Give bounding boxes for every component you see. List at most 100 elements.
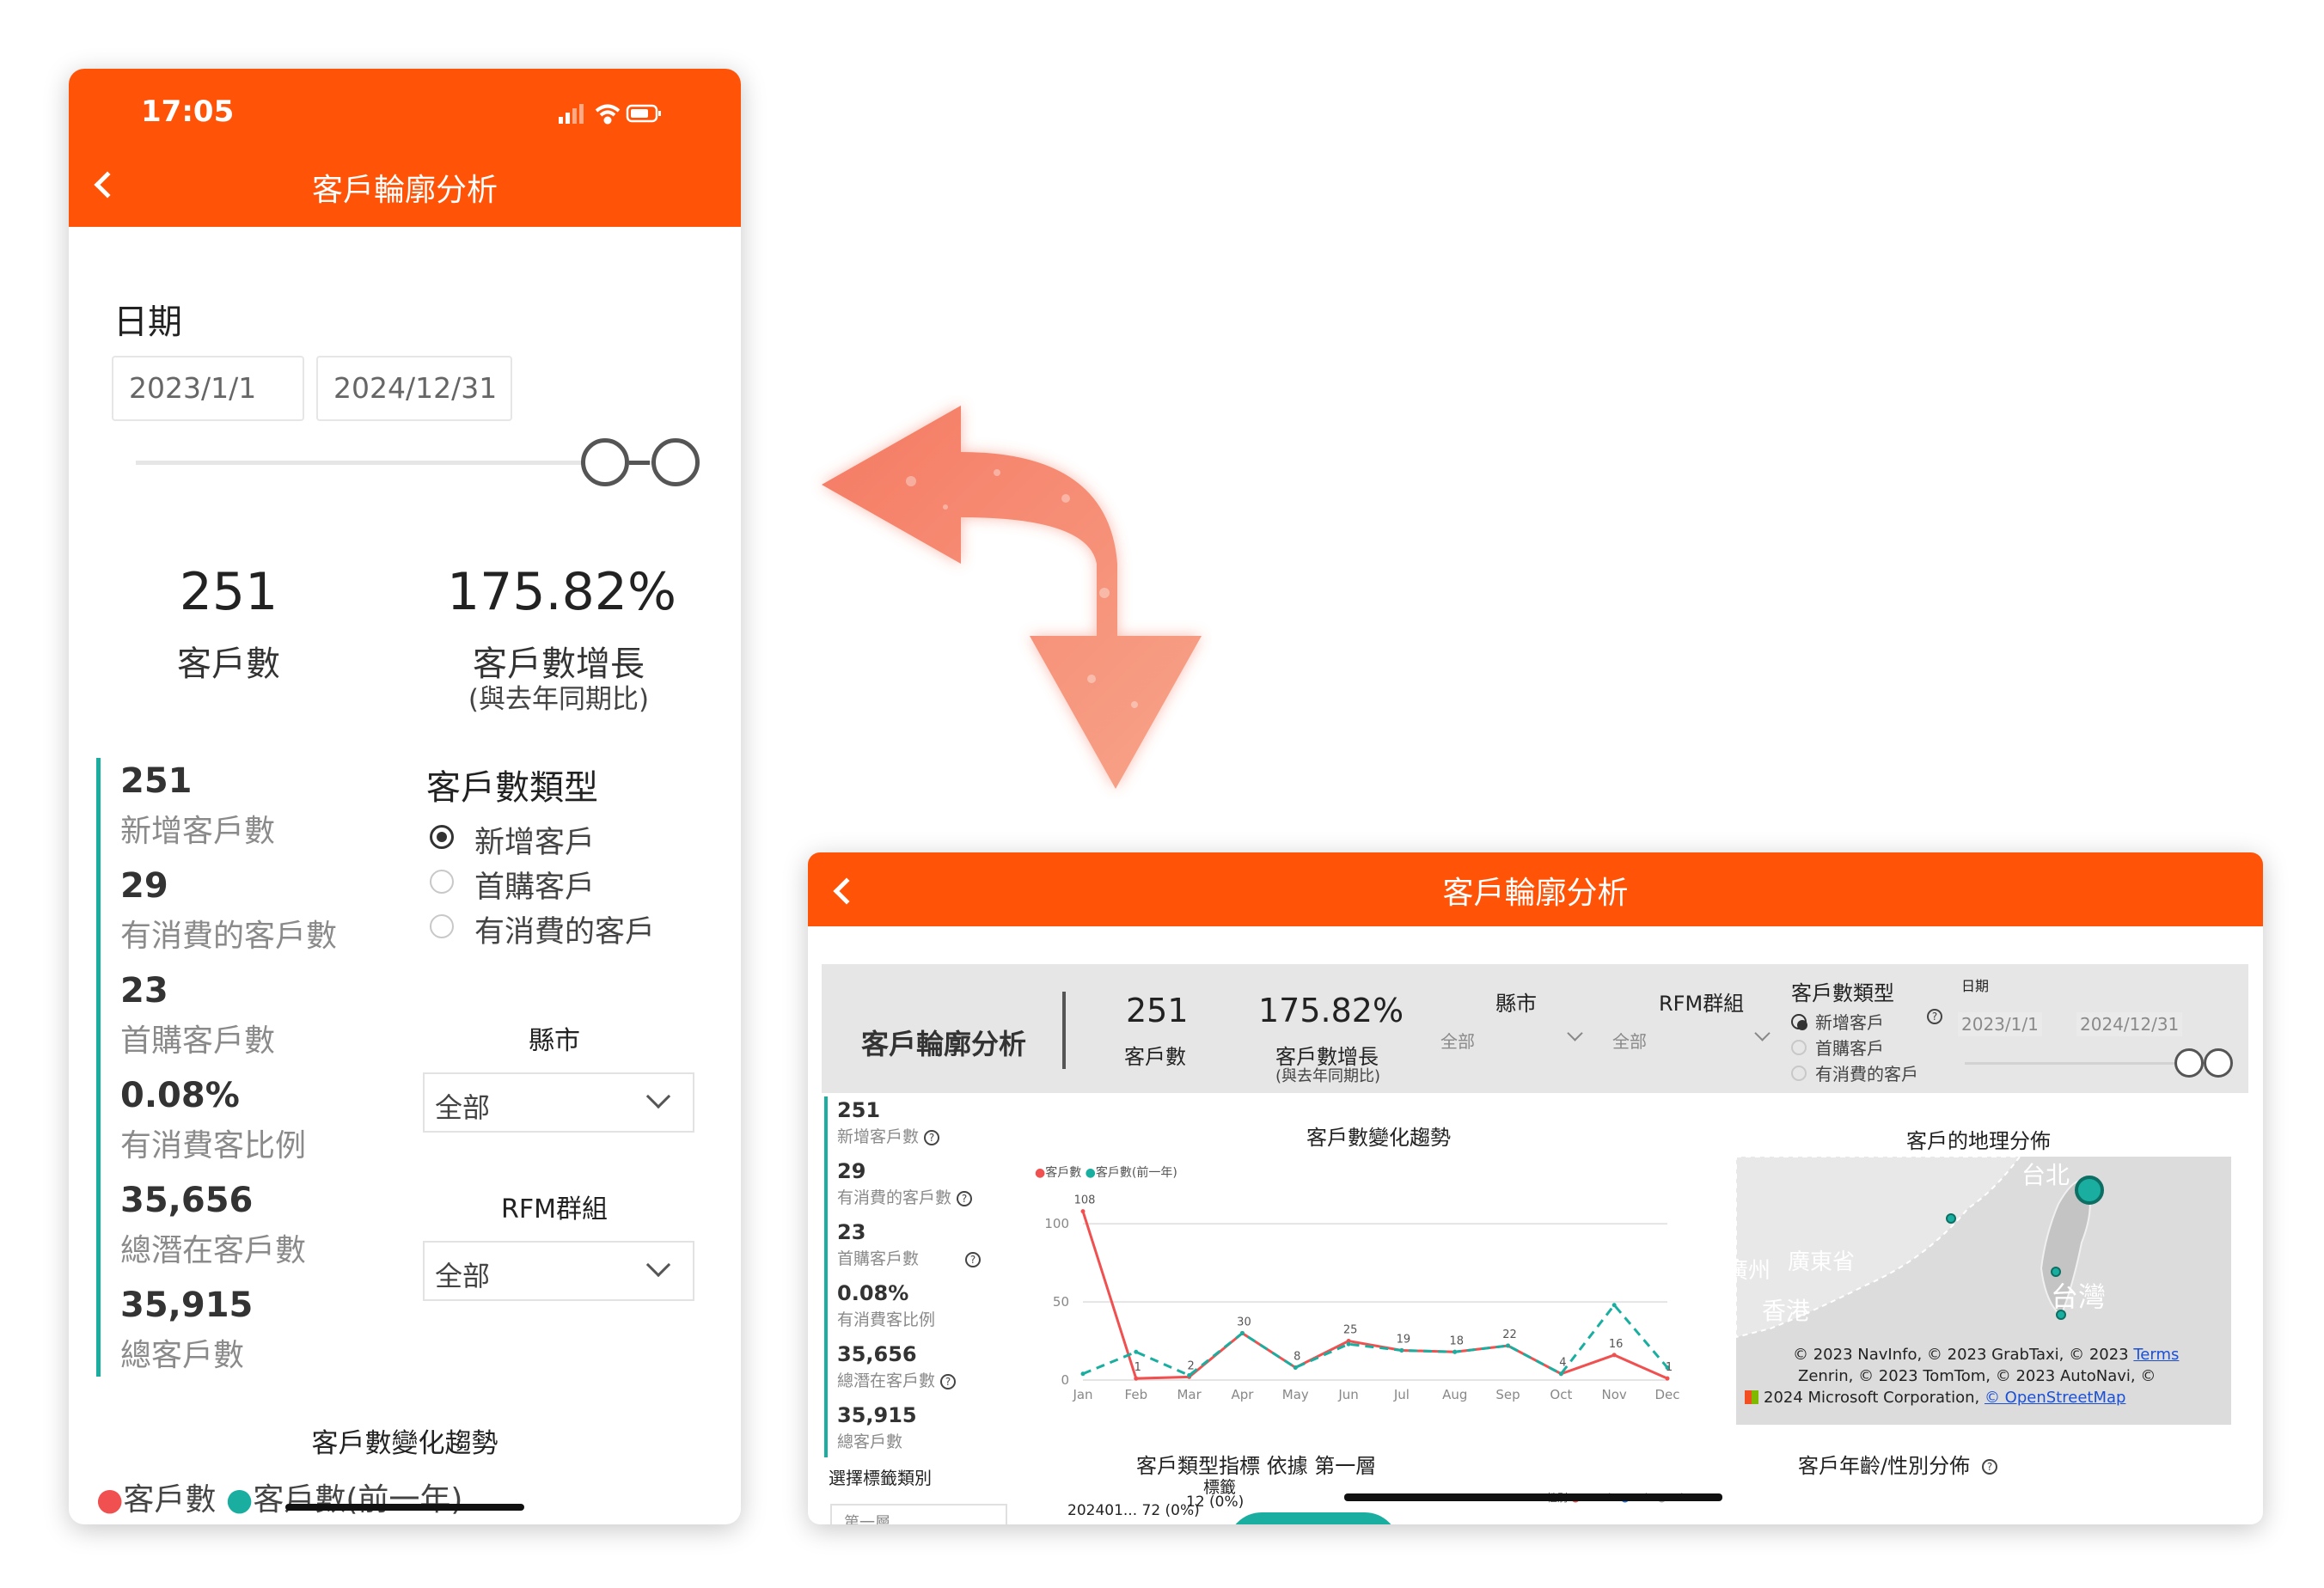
date-start-input[interactable]: 2023/1/1 xyxy=(1958,1012,2042,1036)
metric-label: 總客戶數 xyxy=(837,1432,903,1451)
radio-label: 新增客戶 xyxy=(474,826,596,860)
map-label: 香港 xyxy=(1762,1297,1811,1325)
tag-select-value: 第一層 xyxy=(844,1514,890,1524)
help-icon[interactable]: ? xyxy=(940,1373,957,1390)
data-point xyxy=(1558,1371,1563,1377)
mobile-header: 17:05 客戶輪廓分析 xyxy=(69,69,741,227)
legend-item: 客戶數(前一年) xyxy=(1095,1166,1177,1180)
radio-first-purchase[interactable] xyxy=(430,870,454,894)
radio-label: 有消費的客戶 xyxy=(1815,1064,1918,1084)
radio-new-customer[interactable] xyxy=(1791,1014,1807,1030)
city-select-value: 全部 xyxy=(1440,1031,1475,1052)
data-label: 1 xyxy=(1666,1361,1673,1374)
page-title: 客戶輪廓分析 xyxy=(1442,876,1629,911)
type-indicator-donut[interactable] xyxy=(1227,1512,1399,1524)
divider xyxy=(1062,992,1066,1069)
map-label: 廣州 xyxy=(1736,1258,1771,1284)
metric-label: 總潛在客戶數 xyxy=(120,1233,307,1268)
map-attribution: © 2023 NavInfo, © 2023 GrabTaxi, © 2023 … xyxy=(1793,1346,2180,1364)
date-label: 日期 xyxy=(113,302,182,342)
date-end-input[interactable]: 2024/12/31 xyxy=(2076,1012,2183,1036)
x-tick-label: Jun xyxy=(1337,1387,1358,1402)
trend-line-chart: 0 50 100 Jan Feb Mar Apr May Jun Jul Aug Sep Oct Nov D… xyxy=(1044,1194,1679,1402)
data-point xyxy=(1134,1376,1139,1381)
trend-title: 客戶數變化趨勢 xyxy=(311,1428,498,1459)
home-indicator xyxy=(285,1504,524,1511)
help-icon[interactable]: ? xyxy=(1927,1009,1942,1024)
legend-item: 客戶數 xyxy=(123,1482,217,1518)
y-tick-label: 50 xyxy=(1053,1294,1069,1310)
map-label: 台北 xyxy=(2021,1161,2070,1189)
x-tick-label: Nov xyxy=(1602,1387,1627,1402)
metric-value: 0.08% xyxy=(120,1076,240,1115)
help-icon[interactable]: ? xyxy=(924,1129,940,1145)
metric-label: 有消費客比例 xyxy=(837,1310,936,1329)
signal-icon xyxy=(559,104,584,124)
data-point xyxy=(1612,1353,1617,1358)
date-slider-start-handle[interactable] xyxy=(581,438,629,486)
rfm-select[interactable]: 全部 xyxy=(1612,1023,1776,1055)
data-point xyxy=(1399,1347,1404,1353)
desktop-app-window: 客戶輪廓分析 客戶輪廓分析 251 客戶數 175.82% 客戶數增長 (與去年… xyxy=(808,852,2263,1524)
rfm-select[interactable]: 全部 xyxy=(423,1241,694,1301)
metric-value: 35,915 xyxy=(837,1403,917,1427)
metric-label: 首購客戶數? xyxy=(837,1246,982,1269)
date-slider-end-handle[interactable] xyxy=(651,438,700,486)
metrics-accent-bar xyxy=(96,758,101,1377)
openstreetmap-link[interactable]: © OpenStreetMap xyxy=(1985,1389,2125,1407)
radio-spending-customer[interactable] xyxy=(1791,1066,1807,1081)
metric-label: 有消費的客戶數 xyxy=(120,919,338,954)
data-point xyxy=(1293,1365,1298,1370)
report-title: 客戶輪廓分析 xyxy=(861,1028,1027,1060)
x-tick-label: Jul xyxy=(1393,1387,1410,1402)
age-gender-title: 客戶年齡/性別分佈? xyxy=(1798,1449,1998,1479)
city-select[interactable]: 全部 xyxy=(423,1072,694,1133)
home-indicator xyxy=(1344,1493,1722,1501)
date-label: 日期 xyxy=(1961,978,1990,994)
date-end-input[interactable]: 2024/12/31 xyxy=(316,356,512,421)
y-tick-label: 100 xyxy=(1044,1216,1069,1231)
kpi-growth-value: 175.82% xyxy=(1258,992,1404,1029)
city-label: 縣市 xyxy=(529,1026,580,1056)
metric-label: 總潛在客戶數? xyxy=(837,1368,957,1391)
status-icons xyxy=(559,104,661,125)
map-label: 廣東省 xyxy=(1788,1249,1856,1275)
help-icon[interactable]: ? xyxy=(1982,1459,1998,1475)
geo-map[interactable]: 台北 廣州 廣東省 香港 台灣 © 2023 NavInfo, © 2023 G… xyxy=(1736,1157,2231,1425)
data-point xyxy=(1665,1376,1670,1381)
legend-dot-previous: ● xyxy=(225,1482,254,1518)
status-time: 17:05 xyxy=(141,95,235,129)
metric-label: 新增客戶數 xyxy=(120,814,276,849)
radio-new-customer[interactable] xyxy=(430,825,454,849)
map-terms-link[interactable]: Terms xyxy=(2133,1346,2179,1364)
kpi-customers-label: 客戶數 xyxy=(177,644,280,684)
radio-spending-customer[interactable] xyxy=(430,914,454,938)
legend-dot-current: ● xyxy=(1035,1166,1046,1180)
kpi-customers-label: 客戶數 xyxy=(1124,1045,1186,1069)
map-bubble[interactable] xyxy=(2075,1176,2104,1205)
tag-select[interactable]: 第一層 xyxy=(830,1504,1007,1524)
date-slider-range xyxy=(629,461,650,465)
help-icon[interactable]: ? xyxy=(965,1251,982,1267)
trend-title: 客戶數變化趨勢 xyxy=(1306,1126,1451,1150)
data-point xyxy=(1080,1371,1086,1377)
metric-value: 251 xyxy=(120,761,193,801)
data-label: 19 xyxy=(1397,1333,1411,1346)
rfm-label: RFM群組 xyxy=(1659,992,1745,1016)
type-indicator-item: 202401... 72 (0%) xyxy=(1067,1502,1200,1519)
map-bubble[interactable] xyxy=(1946,1213,1956,1224)
radio-label: 有消費的客戶 xyxy=(474,915,656,950)
chevron-down-icon xyxy=(1754,1025,1771,1041)
city-select[interactable]: 全部 xyxy=(1440,1023,1587,1055)
date-slider-end-handle[interactable] xyxy=(2204,1048,2233,1078)
radio-first-purchase[interactable] xyxy=(1791,1040,1807,1055)
tag-select-label: 選擇標籤類別 xyxy=(829,1468,932,1488)
date-slider-start-handle[interactable] xyxy=(2174,1048,2204,1078)
type-indicator-title: 客戶類型指標 依據 第一層 xyxy=(1136,1454,1377,1478)
date-start-input[interactable]: 2023/1/1 xyxy=(112,356,304,421)
kpi-growth-note: (與去年同期比) xyxy=(468,684,650,715)
chevron-down-icon xyxy=(1567,1025,1583,1041)
help-icon[interactable]: ? xyxy=(957,1190,973,1206)
desktop-header: 客戶輪廓分析 xyxy=(808,852,2263,926)
data-point xyxy=(1239,1330,1245,1335)
